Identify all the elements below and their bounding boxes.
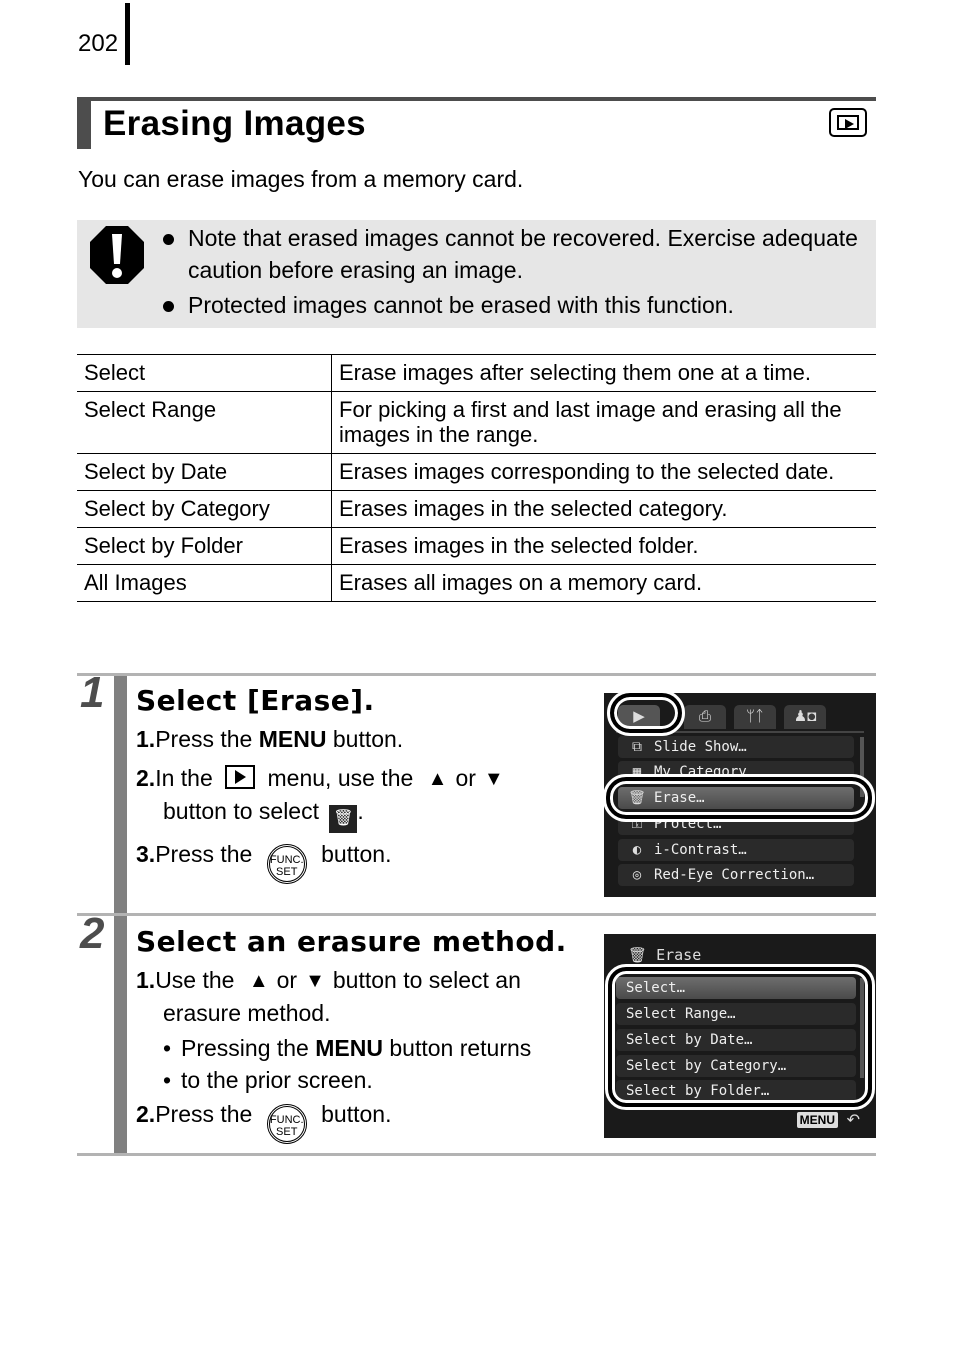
method-cell: Select: [77, 354, 332, 392]
description-cell: Erases images in the selected category.: [331, 490, 876, 528]
erase-methods-table: Select Erase images after selecting them…: [77, 354, 876, 602]
step-2-number: 2: [80, 909, 105, 958]
menu-button-badge: MENU: [796, 1112, 838, 1128]
camera-screen-erase-menu: 🗑 Erase Select… Select Range… Select by …: [604, 934, 876, 1138]
playback-icon: [225, 765, 256, 789]
table-row: Select by Folder Erases images in the se…: [77, 527, 876, 565]
step-1-instructions: 1.Press the MENU button. 2.In the menu, …: [136, 723, 596, 884]
down-arrow-icon: ▼: [483, 768, 504, 790]
caution-icon: [90, 226, 144, 284]
func-set-button-icon: FUNC. SET: [266, 1104, 307, 1144]
method-cell: Select by Folder: [77, 527, 332, 565]
instruction-3: 3.Press the FUNC. SET button.: [136, 838, 596, 884]
step-1-number: 1: [80, 668, 105, 717]
back-icon: ↶: [846, 1112, 860, 1129]
caution-list: Note that erased images cannot be recove…: [163, 222, 863, 324]
up-arrow-icon: ▲: [248, 970, 269, 992]
method-cell: Select by Category: [77, 490, 332, 528]
description-cell: Erases images in the selected folder.: [331, 527, 876, 565]
step-1-heading: Select [Erase].: [136, 684, 375, 717]
instruction-1: 1.Press the MENU button.: [136, 726, 404, 752]
erase-icon: 🗑: [329, 805, 358, 833]
menu-item-red-eye-correction[interactable]: ◎ Red-Eye Correction…: [618, 864, 854, 886]
red-eye-icon: ◎: [632, 867, 642, 883]
page-number: 202: [78, 30, 119, 57]
description-cell: Erase images after selecting them one at…: [331, 354, 876, 392]
step-2-heading: Select an erasure method.: [136, 925, 567, 958]
menu-item-slide-show[interactable]: ⧉ Slide Show…: [618, 736, 854, 758]
intro-text: You can erase images from a memory card.: [78, 166, 524, 192]
description-cell: Erases images corresponding to the selec…: [331, 453, 876, 491]
step-2-side-bar: [114, 916, 127, 1154]
table-row: Select by Date Erases images correspondi…: [77, 453, 876, 491]
caution-item: Note that erased images cannot be recove…: [163, 222, 863, 286]
tab-highlight-ring: [607, 690, 685, 736]
instruction-2: 2.Press the FUNC. SET button.: [136, 1098, 596, 1144]
up-arrow-icon: ▲: [427, 768, 448, 790]
page-number-bar: [125, 3, 130, 65]
playback-mode-icon: [829, 108, 867, 137]
description-cell: For picking a first and last image and e…: [331, 391, 876, 454]
page-title: Erasing Images: [103, 104, 366, 143]
options-highlight-ring: [605, 964, 875, 1110]
down-arrow-icon: ▼: [305, 970, 325, 992]
section-end-rule: [77, 1153, 876, 1156]
tab-settings[interactable]: ᛘᛏ: [734, 705, 776, 729]
erase-menu-title: 🗑 Erase: [628, 946, 702, 964]
slide-show-icon: ⧉: [632, 739, 642, 755]
func-set-button-icon: FUNC. SET: [266, 844, 307, 884]
caution-item: Protected images cannot be erased with t…: [163, 289, 863, 321]
title-side-bar: [77, 97, 91, 149]
table-row: Select Range For picking a first and las…: [77, 391, 876, 454]
method-cell: Select by Date: [77, 453, 332, 491]
tab-print[interactable]: ⎙: [684, 705, 726, 729]
step-2-instructions: 1.Use the ▲ or ▼ button to select an erasur…: [136, 964, 596, 1144]
instruction-2: 2.In the menu, use the ▲ or ▼ button to se…: [136, 762, 596, 833]
step-2-rule: [77, 913, 876, 916]
method-cell: All Images: [77, 564, 332, 602]
instruction-note: Pressing the MENU button returns to the …: [136, 1032, 596, 1096]
instruction-1: 1.Use the ▲ or ▼ button to select an erasur…: [136, 967, 521, 1026]
i-contrast-icon: ◐: [632, 842, 642, 858]
table-row: All Images Erases all images on a memory…: [77, 564, 876, 602]
table-row: Select by Category Erases images in the …: [77, 490, 876, 528]
step-1-rule: [77, 673, 876, 676]
camera-screen-playback-menu: ▶ ⎙ ᛘᛏ ♟◘ ⧉ Slide Show… ▦ My Category 🗑 Era…: [603, 690, 876, 897]
erase-highlight-ring: [603, 774, 875, 822]
table-row: Select Erase images after selecting them…: [77, 354, 876, 392]
description-cell: Erases all images on a memory card.: [331, 564, 876, 602]
step-1-side-bar: [114, 676, 127, 913]
menu-item-i-contrast[interactable]: ◐ i-Contrast…: [618, 839, 854, 861]
tab-my-menu[interactable]: ♟◘: [784, 705, 826, 729]
title-rule: [77, 97, 876, 101]
caution-box: Note that erased images cannot be recove…: [77, 220, 876, 328]
method-cell: Select Range: [77, 391, 332, 454]
erase-icon: 🗑: [628, 946, 657, 964]
